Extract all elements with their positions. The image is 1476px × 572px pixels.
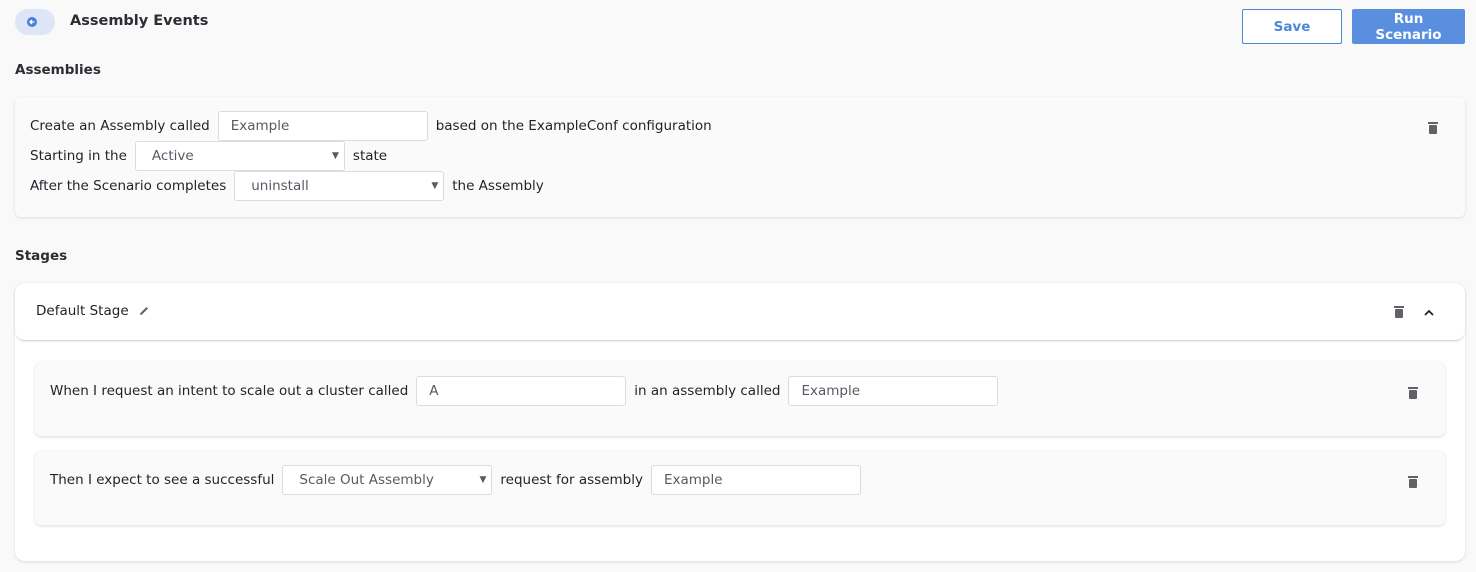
assembly-name-input[interactable]: [788, 376, 999, 406]
stage-name: Default Stage: [36, 303, 129, 319]
stage-step-card: When I request an intent to scale out a …: [35, 362, 1445, 436]
pencil-icon[interactable]: [138, 305, 150, 317]
run-scenario-button[interactable]: Run Scenario: [1352, 9, 1465, 44]
trash-icon[interactable]: [1393, 305, 1405, 319]
stages-section-title: Stages: [15, 248, 68, 264]
after-scenario-action-select[interactable]: uninstall ▼: [234, 171, 445, 201]
step-row: When I request an intent to scale out a …: [50, 376, 1006, 406]
assembly-name-suffix: based on the ExampleConf configuration: [435, 118, 712, 134]
save-button[interactable]: Save: [1242, 9, 1342, 44]
initial-state-value: Active: [151, 148, 194, 164]
assemblies-section-title: Assemblies: [15, 62, 101, 78]
assembly-state-row: Starting in the Active ▼ state: [30, 141, 387, 171]
stage-header[interactable]: Default Stage: [15, 283, 1465, 341]
step-middle: in an assembly called: [634, 383, 781, 399]
step-prefix: Then I expect to see a successful: [50, 472, 275, 488]
request-type-value: Scale Out Assembly: [299, 472, 434, 488]
assembly-name-prefix: Create an Assembly called: [30, 118, 210, 134]
cluster-name-input[interactable]: [416, 376, 627, 406]
assembly-after-row: After the Scenario completes uninstall ▼…: [30, 171, 544, 201]
back-button[interactable]: [15, 9, 55, 35]
stage-step-card: Then I expect to see a successful Scale …: [35, 451, 1445, 525]
step-row: Then I expect to see a successful Scale …: [50, 465, 869, 495]
trash-icon[interactable]: [1407, 475, 1419, 489]
step-middle: request for assembly: [500, 472, 643, 488]
assembly-after-suffix: the Assembly: [452, 178, 544, 194]
step-prefix: When I request an intent to scale out a …: [50, 383, 409, 399]
assembly-name-input[interactable]: [217, 111, 428, 141]
after-scenario-action-value: uninstall: [251, 178, 309, 194]
assembly-name-row: Create an Assembly called based on the E…: [30, 111, 712, 141]
assembly-name-input[interactable]: [650, 465, 861, 495]
trash-icon[interactable]: [1407, 386, 1419, 400]
request-type-select[interactable]: Scale Out Assembly ▼: [282, 465, 493, 495]
stage-card: Default Stage When I request an intent t…: [15, 283, 1465, 561]
assembly-card: Create an Assembly called based on the E…: [15, 97, 1465, 217]
caret-down-icon: ▼: [431, 181, 439, 191]
caret-down-icon: ▼: [331, 151, 339, 161]
arrow-left-circle-icon: [27, 17, 37, 27]
assembly-state-prefix: Starting in the: [30, 148, 127, 164]
chevron-up-icon[interactable]: [1423, 306, 1435, 316]
trash-icon[interactable]: [1427, 121, 1439, 135]
page-title: Assembly Events: [70, 13, 209, 29]
initial-state-select[interactable]: Active ▼: [134, 141, 345, 171]
caret-down-icon: ▼: [479, 475, 487, 485]
assembly-state-suffix: state: [352, 148, 388, 164]
assembly-after-prefix: After the Scenario completes: [30, 178, 227, 194]
